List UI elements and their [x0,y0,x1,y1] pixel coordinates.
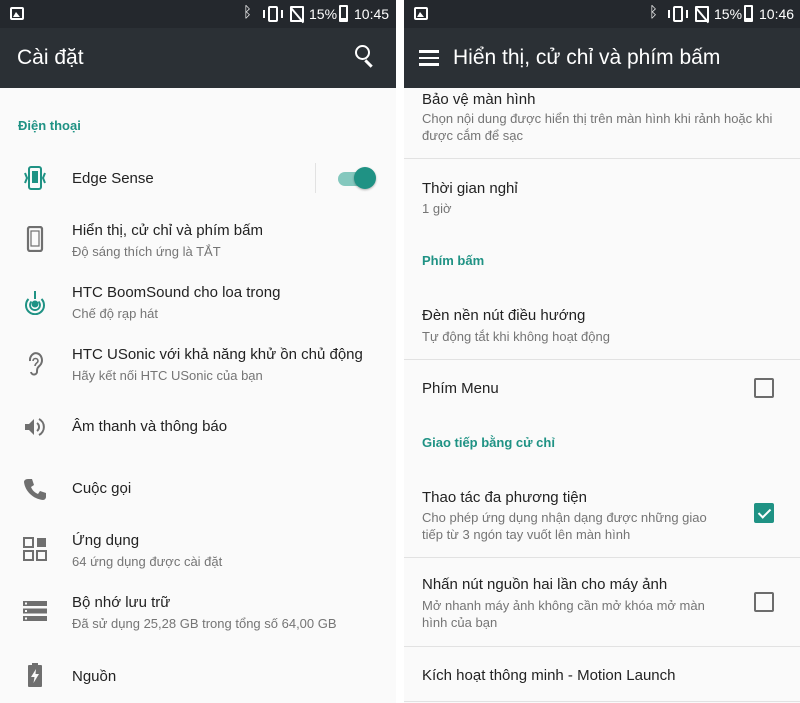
image-notification-icon [10,7,24,20]
edge-sense-toggle[interactable] [338,166,378,190]
settings-item-sleep[interactable]: Thời gian nghỉ 1 giờ [404,159,800,219]
settings-item-edge-sense[interactable]: Edge Sense [0,152,396,204]
item-title: Thao tác đa phương tiện [422,489,587,506]
vibrate-icon [667,6,689,22]
phone-display-icon [26,226,44,252]
display-settings-list: Bảo vệ màn hình Chọn nội dung được hiển … [404,88,800,703]
settings-item-motion-launch[interactable]: Kích hoạt thông minh - Motion Launch [404,647,800,703]
status-bar: ᛒ 15% 10:45 [0,0,396,28]
bluetooth-icon: ᛒ [649,4,659,21]
settings-list: Điện thoại Edge Sense Hiển thị, cử chỉ v… [0,88,396,703]
item-title: Nguồn [72,668,117,685]
settings-item-screensaver[interactable]: Bảo vệ màn hình Chọn nội dung được hiển … [404,88,800,158]
item-subtitle: Hãy kết nối HTC USonic của bạn [72,368,263,383]
no-sim-icon [290,6,304,22]
boomsound-icon [25,291,45,315]
item-title: Thời gian nghỉ [422,180,518,197]
hamburger-menu-icon[interactable] [419,50,439,66]
clock: 10:46 [759,6,795,22]
item-title: Hiển thị, cử chỉ và phím bấm [72,222,263,239]
item-title: HTC BoomSound cho loa trong [72,284,281,301]
no-sim-icon [695,6,709,22]
settings-item-boomsound[interactable]: HTC BoomSound cho loa trong Chế độ rạp h… [0,276,396,336]
item-title: Âm thanh và thông báo [72,418,228,435]
settings-item-nav-backlight[interactable]: Đèn nền nút điều hướng Tự động tắt khi k… [404,292,800,358]
speaker-icon [25,418,45,436]
item-title: Nhấn nút nguồn hai lần cho máy ảnh [422,576,668,593]
page-title: Cài đặt [17,46,84,69]
item-subtitle: Độ sáng thích ứng là TẮT [72,244,221,259]
section-header-phone: Điện thoại [18,118,81,133]
settings-item-sound[interactable]: Âm thanh và thông báo [0,404,396,450]
bluetooth-icon: ᛒ [243,4,253,21]
settings-item-usonic[interactable]: HTC USonic với khả năng khử ồn chủ động … [0,338,396,398]
item-subtitle: Đã sử dụng 25,28 GB trong tổng số 64,00 … [72,616,337,631]
battery-percent: 15% [309,6,338,22]
double-press-camera-checkbox[interactable] [754,592,774,612]
app-bar: Cài đặt [0,28,396,88]
settings-item-storage[interactable]: Bộ nhớ lưu trữ Đã sử dụng 25,28 GB trong… [0,582,396,642]
settings-item-menu-key[interactable]: Phím Menu [404,360,800,416]
item-title: HTC USonic với khả năng khử ồn chủ động [72,346,363,363]
settings-item-display[interactable]: Hiển thị, cử chỉ và phím bấm Độ sáng thí… [0,214,396,274]
item-title: Ứng dụng [72,532,140,549]
item-title: Kích hoạt thông minh - Motion Launch [422,667,676,684]
phone-call-icon [24,479,46,500]
item-subtitle: 64 ứng dụng được cài đặt [72,554,223,569]
divider [404,701,800,702]
search-icon[interactable] [355,45,377,69]
item-title: Phím Menu [422,380,499,397]
page-title: Hiển thị, cử chỉ và phím bấm [453,46,721,69]
settings-screen: ᛒ 15% 10:45 Cài đặt Điện thoại Edge Sens… [0,0,396,703]
item-title: Bảo vệ màn hình [422,91,536,108]
item-subtitle: Chọn nội dung được hiển thị trên màn hìn… [422,111,773,143]
item-subtitle: Mở nhanh máy ảnh không cần mở khóa mở mà… [422,598,705,630]
item-title: Cuộc gọi [72,480,132,497]
battery-icon [744,5,753,22]
app-bar: Hiển thị, cử chỉ và phím bấm [404,28,800,88]
apps-grid-icon [23,537,47,561]
section-header-buttons: Phím bấm [422,253,485,268]
vibrate-icon [262,6,284,22]
item-subtitle: 1 giờ [422,201,452,216]
display-settings-screen: ᛒ 15% 10:46 Hiển thị, cử chỉ và phím bấm… [404,0,800,703]
battery-icon [339,5,348,22]
settings-item-apps[interactable]: Ứng dụng 64 ứng dụng được cài đặt [0,520,396,580]
clock: 10:45 [354,6,390,22]
status-bar: ᛒ 15% 10:46 [404,0,800,28]
storage-icon [23,601,47,621]
section-header-gestures: Giao tiếp bằng cử chỉ [422,435,555,450]
item-title: Bộ nhớ lưu trữ [72,594,171,611]
image-notification-icon [414,7,428,20]
multi-touch-checkbox[interactable] [754,503,774,523]
settings-item-calls[interactable]: Cuộc gọi [0,466,396,512]
item-subtitle: Chế độ rạp hát [72,306,159,321]
item-title: Edge Sense [72,170,154,187]
battery-charging-icon [28,663,42,687]
menu-key-checkbox[interactable] [754,378,774,398]
edge-sense-icon [24,166,46,190]
battery-percent: 15% [714,6,743,22]
settings-item-double-press-camera[interactable]: Nhấn nút nguồn hai lần cho máy ảnh Mở nh… [404,558,800,646]
settings-item-multi-touch[interactable]: Thao tác đa phương tiện Cho phép ứng dụn… [404,472,800,558]
divider [315,163,316,193]
item-subtitle: Tự động tắt khi không hoạt động [422,329,610,344]
item-subtitle: Cho phép ứng dụng nhận dạng được những g… [422,510,707,542]
item-title: Đèn nền nút điều hướng [422,307,586,324]
screen-separator [396,0,404,703]
settings-item-power[interactable]: Nguồn [0,654,396,700]
ear-icon [28,352,43,376]
